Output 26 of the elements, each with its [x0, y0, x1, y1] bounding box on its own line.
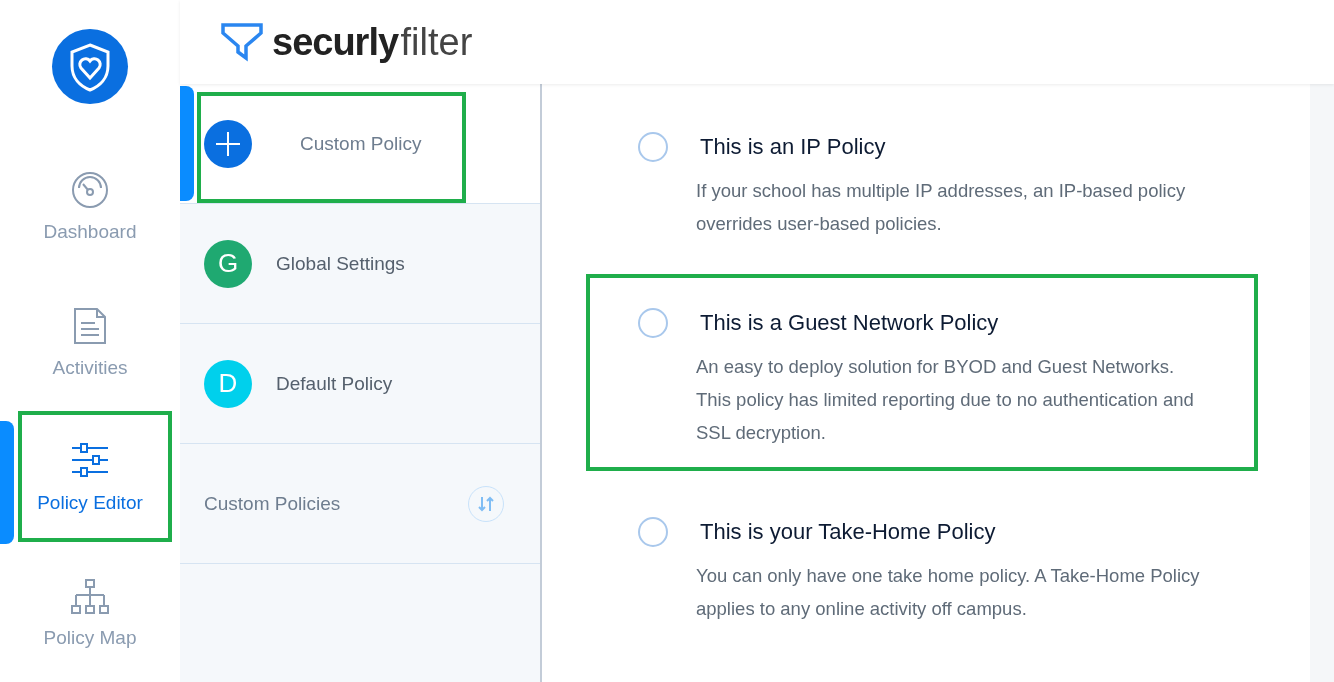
nav-item[interactable]: Policy Editor — [0, 410, 180, 547]
radio-button[interactable] — [638, 308, 668, 338]
gauge-icon — [71, 171, 109, 210]
section-heading: Custom Policies — [204, 492, 341, 515]
funnel-logo-icon — [220, 22, 264, 62]
letter-avatar: D — [204, 359, 252, 408]
radio-button[interactable] — [638, 517, 668, 547]
policy-list-item[interactable]: D Default Policy — [180, 324, 540, 444]
document-icon — [73, 306, 107, 345]
option-title: This is your Take-Home Policy — [700, 519, 996, 545]
nav-item[interactable]: Dashboard — [0, 139, 180, 275]
nav-item[interactable]: Activities — [0, 274, 180, 411]
shield-heart-icon — [68, 41, 112, 92]
policy-list-item[interactable]: G Global Settings — [180, 204, 540, 324]
option-description: An easy to deploy solution for BYOD and Guest Networks. This policy has limited reporting due to no authentication and SSL decryption. — [696, 355, 1195, 445]
sort-arrows-icon — [477, 495, 495, 512]
option-title: This is an IP Policy — [700, 134, 886, 160]
option-description: You can only have one take home policy. A Take-Home Policy applies to any online activity off campus. — [696, 564, 1201, 621]
nav-item[interactable]: Policy Map — [0, 546, 180, 682]
radio-button[interactable] — [638, 132, 668, 162]
option-description: If your school has multiple IP addresses, an IP-based policy overrides user-based policies. — [696, 179, 1187, 236]
letter-avatar: G — [204, 239, 252, 288]
policy-list-item[interactable]: Custom Policy — [180, 84, 540, 204]
option-title: This is a Guest Network Policy — [700, 310, 999, 336]
brand-logo-text: securlyfilter — [272, 20, 473, 64]
hierarchy-icon — [71, 579, 109, 616]
